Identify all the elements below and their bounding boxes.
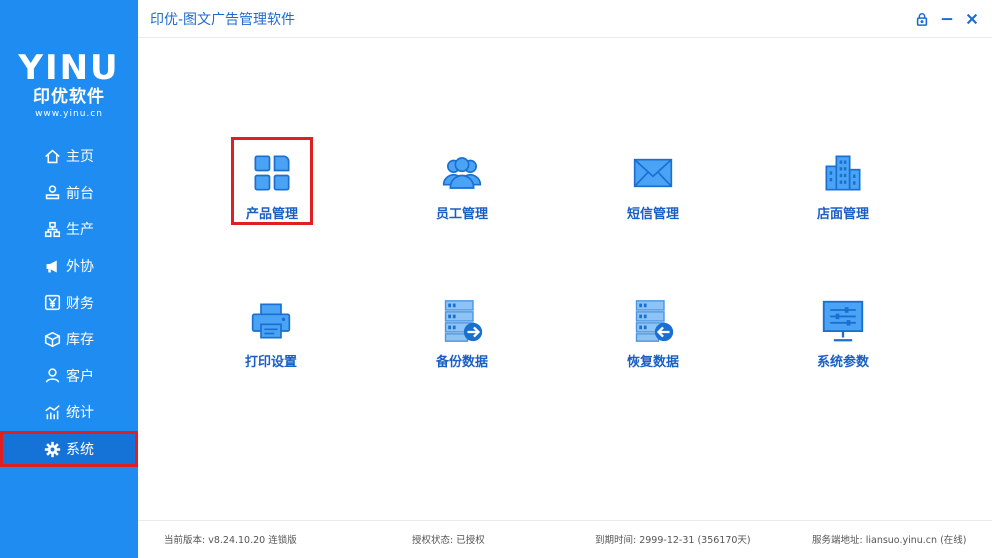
settings-monitor-icon bbox=[819, 297, 867, 345]
printer-icon bbox=[247, 297, 295, 345]
production-icon bbox=[43, 220, 61, 238]
window-title: 印优-图文广告管理软件 bbox=[150, 12, 296, 28]
tile-restore-data[interactable]: 恢复数据 bbox=[613, 287, 693, 373]
sidebar-item-system[interactable]: 系统 bbox=[0, 430, 138, 468]
tile-label: 店面管理 bbox=[816, 207, 869, 222]
status-bar: 当前版本: v8.24.10.20 连锁版 授权状态: 已授权 到期时间: 29… bbox=[138, 526, 992, 550]
tile-print-settings[interactable]: 打印设置 bbox=[231, 287, 311, 373]
sidebar-item-customers[interactable]: 客户 bbox=[0, 358, 138, 395]
sidebar-item-home[interactable]: 主页 bbox=[0, 138, 138, 175]
status-server: 服务端地址: liansuo.yinu.cn (在线) bbox=[812, 535, 967, 546]
tile-system-parameters[interactable]: 系统参数 bbox=[803, 287, 883, 373]
tile-staff-management[interactable]: 员工管理 bbox=[422, 139, 502, 225]
sidebar: YINU 印优软件 www.yinu.cn 主页 前台 生产 外协 财务 库存 … bbox=[0, 0, 138, 558]
grid-icon bbox=[248, 149, 296, 197]
sidebar-item-label: 库存 bbox=[66, 332, 94, 349]
restore-icon bbox=[629, 297, 677, 345]
gear-icon bbox=[43, 440, 61, 458]
user-icon bbox=[43, 367, 61, 385]
sidebar-item-label: 财务 bbox=[66, 295, 94, 312]
title-bar: 印优-图文广告管理软件 bbox=[138, 0, 992, 38]
tile-product-management[interactable]: 产品管理 bbox=[231, 137, 313, 225]
logo-name: 印优软件 bbox=[33, 87, 105, 107]
tile-backup-data[interactable]: 备份数据 bbox=[422, 287, 502, 373]
tile-label: 员工管理 bbox=[435, 207, 488, 222]
logo-url: www.yinu.cn bbox=[35, 109, 103, 119]
sidebar-item-production[interactable]: 生产 bbox=[0, 211, 138, 248]
tile-label: 备份数据 bbox=[435, 355, 488, 370]
tile-label: 恢复数据 bbox=[626, 355, 679, 370]
sidebar-item-label: 统计 bbox=[66, 405, 94, 422]
logo: YINU 印优软件 www.yinu.cn bbox=[0, 50, 138, 120]
sidebar-item-label: 生产 bbox=[66, 222, 94, 239]
sidebar-item-label: 客户 bbox=[66, 368, 94, 385]
backup-icon bbox=[438, 297, 486, 345]
yen-icon bbox=[43, 294, 61, 312]
status-expiry: 到期时间: 2999-12-31 (356170天) bbox=[595, 535, 751, 546]
chart-icon bbox=[43, 403, 61, 421]
status-version: 当前版本: v8.24.10.20 连锁版 bbox=[164, 535, 297, 546]
home-icon bbox=[43, 147, 61, 165]
tile-sms-management[interactable]: 短信管理 bbox=[613, 139, 693, 225]
window-controls bbox=[913, 10, 980, 27]
sidebar-item-statistics[interactable]: 统计 bbox=[0, 394, 138, 431]
logo-wordmark: YINU bbox=[18, 48, 120, 88]
tile-label: 打印设置 bbox=[244, 355, 297, 370]
main-content: 产品管理 员工管理 短信管理 店面管理 打印设置 备份数据 恢复数据 系统参数 bbox=[138, 39, 992, 519]
tile-label: 短信管理 bbox=[626, 207, 679, 222]
tile-store-management[interactable]: 店面管理 bbox=[803, 139, 883, 225]
megaphone-icon bbox=[43, 257, 61, 275]
tile-label: 系统参数 bbox=[816, 355, 869, 370]
sidebar-item-outsourcing[interactable]: 外协 bbox=[0, 248, 138, 285]
sidebar-item-label: 主页 bbox=[66, 149, 94, 166]
tile-label: 产品管理 bbox=[245, 207, 298, 222]
sidebar-nav: 主页 前台 生产 外协 财务 库存 客户 统计 系统 bbox=[0, 138, 138, 468]
box-icon bbox=[43, 330, 61, 348]
staff-icon bbox=[438, 149, 486, 197]
sidebar-item-finance[interactable]: 财务 bbox=[0, 284, 138, 321]
sidebar-item-front-desk[interactable]: 前台 bbox=[0, 175, 138, 212]
building-icon bbox=[819, 149, 867, 197]
envelope-icon bbox=[629, 149, 677, 197]
sidebar-item-label: 前台 bbox=[66, 185, 94, 202]
sidebar-item-inventory[interactable]: 库存 bbox=[0, 321, 138, 358]
sidebar-item-label: 外协 bbox=[66, 259, 94, 276]
lock-icon[interactable] bbox=[913, 10, 930, 27]
status-license: 授权状态: 已授权 bbox=[412, 535, 485, 546]
minimize-icon[interactable] bbox=[938, 10, 955, 27]
sidebar-item-label: 系统 bbox=[66, 442, 94, 459]
close-icon[interactable] bbox=[963, 10, 980, 27]
front-desk-icon bbox=[43, 184, 61, 202]
status-divider bbox=[138, 520, 992, 521]
